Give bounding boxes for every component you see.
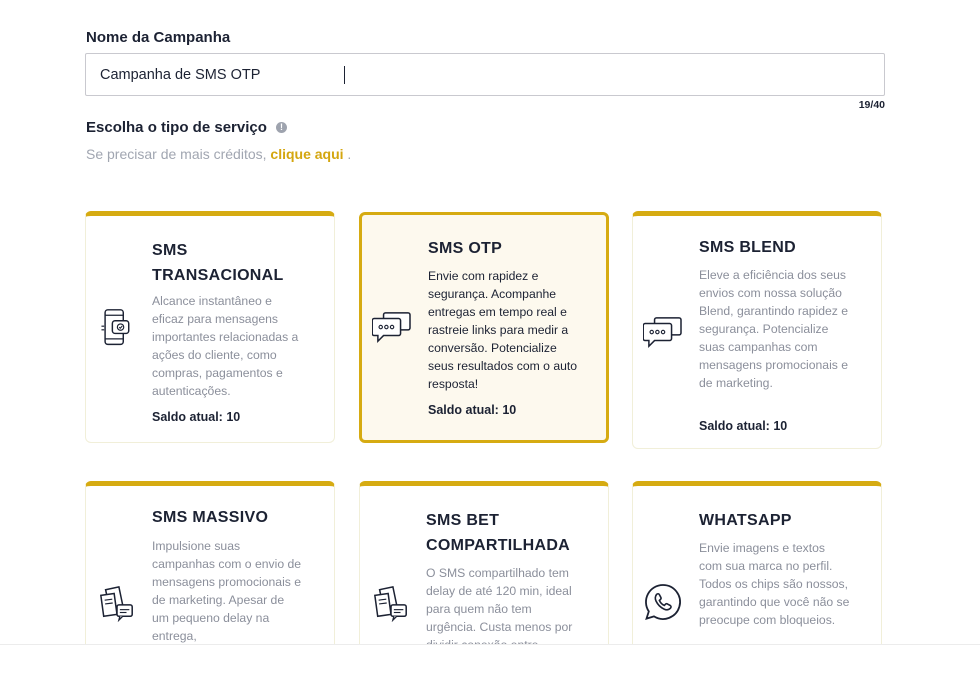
card-description: Envie com rapidez e segurança. Acompanhe… — [428, 269, 578, 391]
card-title-line1: WHATSAPP — [699, 512, 792, 529]
card-description: Alcance instantâneo e eficaz para mensag… — [152, 294, 299, 398]
chat-bubbles-icon — [643, 317, 682, 349]
card-balance: Saldo atual: 10 — [152, 410, 241, 424]
service-card-sms-otp[interactable]: SMS OTP Envie com rapidez e segurança. A… — [359, 212, 609, 443]
card-description: Eleve a eficiência dos seus envios com n… — [699, 268, 849, 390]
service-type-label: Escolha o tipo de serviço — [86, 119, 267, 136]
card-title: WHATSAPP — [699, 508, 869, 533]
card-title: SMS TRANSACIONAL — [152, 238, 322, 288]
credits-hint-suffix: . — [343, 146, 352, 162]
card-title: SMS OTP — [428, 236, 598, 261]
info-icon[interactable]: ! — [276, 122, 287, 133]
documents-icon — [99, 585, 133, 622]
card-title-line2: COMPARTILHADA — [426, 537, 571, 554]
card-title-line1: SMS — [152, 242, 188, 259]
card-description: Envie imagens e textos com sua marca no … — [699, 541, 850, 627]
credits-hint: Se precisar de mais créditos, clique aqu… — [86, 146, 351, 162]
card-title: SMS MASSIVO — [152, 505, 322, 530]
card-title-line1: SMS BLEND — [699, 239, 796, 256]
service-card-sms-blend[interactable]: SMS BLEND Eleve a eficiência dos seus en… — [632, 211, 882, 449]
card-title-line1: SMS MASSIVO — [152, 509, 269, 526]
card-description: Impulsione suas campanhas com o envio de… — [152, 539, 302, 643]
card-title-line1: SMS BET — [426, 512, 500, 529]
chat-bubbles-icon — [372, 312, 411, 344]
card-balance: Saldo atual: 10 — [699, 419, 788, 433]
card-balance: Saldo atual: 10 — [428, 403, 517, 417]
documents-icon — [373, 585, 407, 622]
card-description: O SMS compartilhado tem delay de até 120… — [426, 566, 573, 652]
card-title: SMS BLEND — [699, 235, 869, 260]
card-title: SMS BET COMPARTILHADA — [426, 508, 596, 558]
card-title-line2: TRANSACIONAL — [152, 267, 284, 284]
page-bottom-bar — [0, 644, 980, 699]
service-card-sms-transacional[interactable]: SMS TRANSACIONAL Alcance instantâneo e e… — [85, 211, 335, 443]
credits-link[interactable]: clique aqui — [270, 146, 343, 162]
campaign-name-field-wrapper[interactable] — [85, 53, 885, 96]
card-title-line1: SMS OTP — [428, 240, 503, 257]
mobile-message-icon — [101, 309, 130, 346]
campaign-name-label: Nome da Campanha — [86, 29, 231, 46]
character-counter: 19/40 — [858, 99, 885, 111]
text-caret — [344, 66, 345, 84]
credits-hint-text: Se precisar de mais créditos, — [86, 146, 271, 162]
campaign-name-input[interactable] — [86, 54, 880, 95]
whatsapp-icon — [645, 584, 681, 620]
